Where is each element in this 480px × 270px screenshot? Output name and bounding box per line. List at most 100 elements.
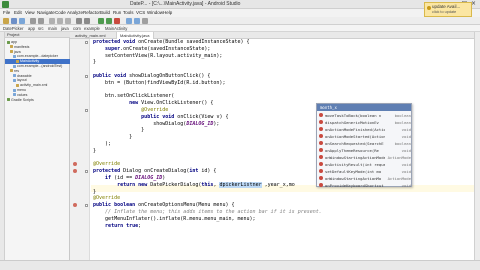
override-icon[interactable] — [73, 169, 77, 173]
code-line[interactable]: @Override — [93, 107, 168, 114]
code-line[interactable]: getMenuInflater().inflate(R.menu.menu_ma… — [93, 216, 256, 223]
code-line[interactable]: super.onCreate(savedInstanceState); — [93, 46, 210, 53]
update-notification[interactable]: update Avail... click to update — [424, 2, 472, 17]
avd-manager-icon[interactable] — [126, 18, 132, 24]
redo-icon[interactable] — [38, 18, 44, 24]
autocomplete-item[interactable]: onWindowStartingActionMode ActionMode — [317, 153, 411, 160]
code-line[interactable]: @Override — [93, 195, 120, 202]
method-icon — [319, 169, 323, 173]
copy-icon[interactable] — [57, 18, 63, 24]
menu-build[interactable]: Build — [100, 9, 110, 17]
open-folder-icon[interactable] — [3, 18, 9, 24]
sync-icon[interactable] — [19, 18, 25, 24]
folder-icon — [7, 98, 10, 102]
tree-item-label: Gradle Scripts — [11, 97, 34, 102]
breadcrumb: DatePicker app src main java com example… — [0, 25, 480, 32]
folder-icon — [13, 64, 16, 68]
autocomplete-item[interactable]: onActivityResult(int reque void — [317, 160, 411, 167]
menu-refactor[interactable]: Refactor — [83, 9, 100, 17]
code-line[interactable]: @Override — [93, 161, 120, 168]
breadcrumb-item[interactable]: java — [61, 25, 69, 32]
folder-icon — [16, 59, 19, 63]
breadcrumb-item[interactable]: MainActivity — [105, 25, 127, 32]
code-line[interactable]: // Inflate the menu; this adds items to … — [93, 209, 322, 216]
tree-item-label: drawable — [17, 73, 32, 78]
override-icon[interactable] — [73, 203, 77, 207]
autocomplete-item[interactable]: onProvideKeyboardShortcut void — [317, 181, 411, 188]
project-header[interactable]: Project — [5, 32, 70, 38]
code-line[interactable]: public void showDialogOnButtonClick() { — [93, 73, 210, 80]
autocomplete-popup[interactable]: month_x moveTaskToBack(boolean n boolean d… — [316, 103, 412, 188]
fold-icon[interactable] — [85, 41, 88, 44]
code-line[interactable]: } — [93, 134, 132, 141]
menu-tools[interactable]: Tools — [123, 9, 134, 17]
code-line[interactable]: } — [93, 148, 96, 155]
autocomplete-item[interactable]: onApplyThemeResource(Re void — [317, 146, 411, 153]
save-icon[interactable] — [11, 18, 17, 24]
notification-body: click to update — [432, 10, 457, 14]
code-line[interactable]: public boolean onCreateOptionsMenu(Menu … — [93, 202, 235, 209]
autocomplete-item[interactable]: onSearchRequested(SearchE boolean — [317, 139, 411, 146]
autocomplete-item[interactable]: dispatchGenericMotionEv boolean — [317, 118, 411, 125]
fold-icon[interactable] — [85, 170, 88, 173]
code-line[interactable]: ); — [93, 141, 111, 148]
tab-main-activity-java[interactable]: MainActivity.java — [116, 32, 154, 39]
help-icon[interactable] — [142, 18, 148, 24]
code-line[interactable]: protected Dialog onCreateDialog(int id) … — [93, 168, 216, 175]
method-icon — [319, 120, 323, 124]
code-line[interactable]: if (id == DIALOG_ID) — [93, 175, 165, 182]
autocomplete-item[interactable]: onWindowStartingActionMo ActionMode — [317, 174, 411, 181]
autocomplete-item[interactable]: onActionModeFinished(Actio void — [317, 125, 411, 132]
code-line[interactable]: btn.setOnClickListener( — [93, 93, 174, 100]
code-line[interactable]: return new DatePickerDialog(this, dpicke… — [93, 181, 295, 189]
fold-icon[interactable] — [85, 75, 88, 78]
menu-code[interactable]: Code — [55, 9, 66, 17]
code-line[interactable]: showDialog(DIALOG_ID); — [93, 121, 219, 128]
code-line[interactable]: public void onClick(View v) { — [93, 114, 228, 121]
override-icon[interactable] — [73, 162, 77, 166]
fold-icon[interactable] — [85, 204, 88, 207]
replace-icon[interactable] — [84, 18, 90, 24]
breadcrumb-item[interactable]: app — [28, 25, 35, 32]
menu-window[interactable]: Window — [147, 9, 163, 17]
stop-icon[interactable] — [114, 18, 120, 24]
autocomplete-item[interactable]: onActionModeStarted(Action void — [317, 132, 411, 139]
menu-view[interactable]: View — [25, 9, 35, 17]
autocomplete-item[interactable]: setDefaultKeyMode(int mo void — [317, 167, 411, 174]
debug-icon[interactable] — [106, 18, 112, 24]
autocomplete-header: month_x — [317, 104, 411, 111]
menu-analyze[interactable]: Analyze — [67, 9, 83, 17]
cut-icon[interactable] — [49, 18, 55, 24]
folder-icon — [13, 93, 16, 97]
undo-icon[interactable] — [30, 18, 36, 24]
menu-navigate[interactable]: Navigate — [37, 9, 55, 17]
menu-run[interactable]: Run — [113, 9, 121, 17]
code-line[interactable]: protected void onCreate(Bundle savedInst… — [93, 39, 250, 46]
breadcrumb-item[interactable]: main — [48, 25, 57, 32]
menu-edit[interactable]: Edit — [14, 9, 22, 17]
breadcrumb-item[interactable]: example — [84, 25, 100, 32]
find-icon[interactable] — [76, 18, 82, 24]
breadcrumb-item[interactable]: src — [38, 25, 44, 32]
menu-file[interactable]: File — [3, 9, 10, 17]
paste-icon[interactable] — [65, 18, 71, 24]
menu-help[interactable]: Help — [163, 9, 172, 17]
autocomplete-item[interactable]: moveTaskToBack(boolean n boolean — [317, 111, 411, 118]
fold-icon[interactable] — [85, 109, 88, 112]
code-line[interactable]: return true; — [93, 223, 141, 230]
code-line[interactable]: } — [93, 189, 96, 196]
code-line[interactable]: setContentView(R.layout.activity_main); — [93, 53, 222, 60]
tree-item[interactable]: Gradle Scripts — [5, 98, 70, 103]
code-line[interactable]: new View.OnClickListener() { — [93, 100, 213, 107]
code-text[interactable]: protected void onCreate(Bundle savedInst… — [93, 39, 480, 260]
breadcrumb-item[interactable]: com — [73, 25, 81, 32]
code-line[interactable]: btn = (Button)findViewById(R.id.button); — [93, 80, 225, 87]
menu-vcs[interactable]: VCS — [136, 9, 145, 17]
tree-item-label: layout — [17, 78, 27, 83]
code-line[interactable]: } — [93, 59, 96, 66]
code-line[interactable]: } — [93, 127, 144, 134]
tab-activity-main-xml[interactable]: activity_main.xml — [72, 32, 108, 39]
sdk-manager-icon[interactable] — [134, 18, 140, 24]
run-icon[interactable] — [98, 18, 104, 24]
breadcrumb-item[interactable]: DatePicker — [3, 25, 23, 32]
